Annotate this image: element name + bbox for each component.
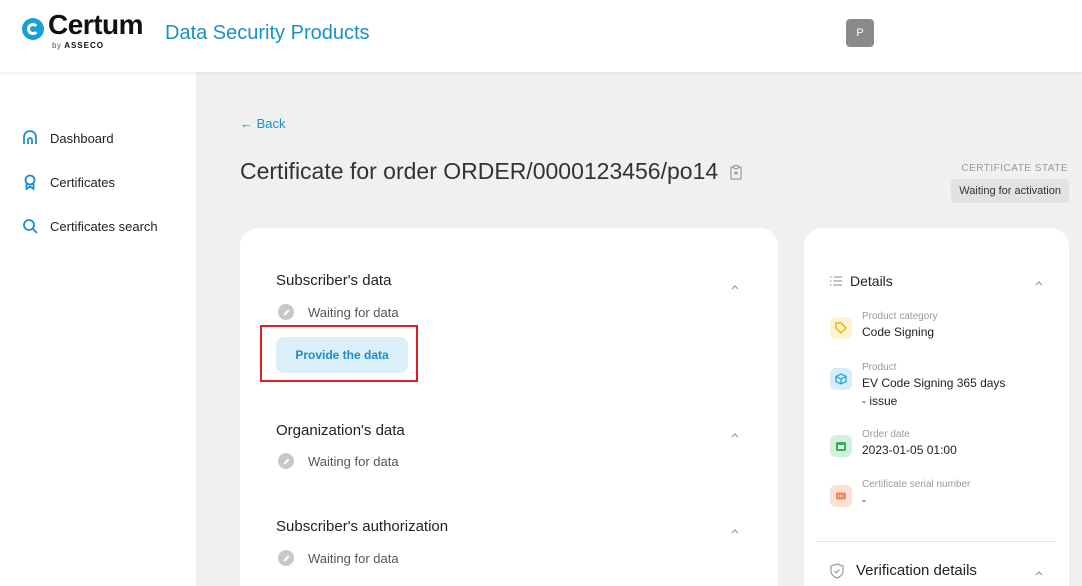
chevron-up-icon[interactable] [730, 526, 740, 536]
pencil-icon [278, 453, 294, 469]
certificate-steps-card: Subscriber's data Waiting for data Provi… [240, 228, 778, 586]
provide-the-data-button[interactable]: Provide the data [276, 337, 408, 373]
verification-details-header[interactable]: Verification details [830, 562, 977, 579]
detail-order-date: Order date 2023-01-05 01:00 [830, 428, 1012, 459]
certificate-state-label: CERTIFICATE STATE [961, 163, 1068, 174]
shield-check-icon [830, 562, 844, 579]
certum-logo[interactable]: Certum by ASSECO [22, 9, 144, 50]
status-text: Waiting for data [308, 304, 399, 320]
detail-value: 2023-01-05 01:00 [862, 443, 957, 457]
sidebar: Dashboard Certificates Certificates sear… [0, 72, 196, 586]
detail-label: Product [862, 362, 897, 373]
sidebar-item-certificates[interactable]: Certificates [22, 174, 115, 190]
brand-byline: by ASSECO [52, 41, 104, 50]
chevron-up-icon[interactable] [1034, 278, 1044, 288]
sidebar-item-label: Certificates [50, 174, 116, 190]
list-icon [830, 276, 842, 286]
user-avatar[interactable]: P [846, 19, 874, 47]
sidebar-item-dashboard[interactable]: Dashboard [22, 130, 114, 146]
sidebar-item-certificates-search[interactable]: Certificates search [22, 218, 158, 234]
chevron-up-icon[interactable] [730, 282, 740, 292]
certum-logo-icon [22, 18, 44, 40]
detail-product: Product EV Code Signing 365 days - issue [830, 361, 1012, 410]
chevron-up-icon[interactable] [730, 430, 740, 440]
detail-label: Order date [862, 429, 910, 440]
detail-value: Code Signing [862, 325, 935, 339]
sidebar-item-label: Certificates search [50, 218, 158, 234]
detail-label: Product category [862, 311, 938, 322]
sidebar-item-label: Dashboard [50, 130, 114, 146]
section-title-subscribers-authorization: Subscriber's authorization [276, 518, 449, 535]
details-title: Details [850, 273, 893, 289]
chevron-up-icon[interactable] [1034, 568, 1044, 578]
details-card: Details Product category Code Signing Pro… [804, 228, 1069, 586]
status-row: Waiting for data [278, 550, 399, 566]
status-text: Waiting for data [308, 550, 399, 566]
verification-details-title: Verification details [856, 562, 977, 579]
badge-icon [24, 174, 36, 190]
product-title: Data Security Products [165, 22, 370, 44]
status-text: Waiting for data [308, 453, 399, 469]
copy-icon[interactable] [728, 164, 744, 180]
pencil-icon [278, 304, 294, 320]
search-icon [23, 219, 38, 234]
section-title-organizations-data: Organization's data [276, 422, 405, 439]
serial-icon [830, 485, 852, 507]
tag-icon [830, 317, 852, 339]
detail-value: EV Code Signing 365 days - issue [862, 376, 1006, 408]
detail-label: Certificate serial number [862, 479, 971, 490]
status-row: Waiting for data [278, 453, 399, 469]
detail-product-category: Product category Code Signing [830, 310, 1012, 341]
pencil-icon [278, 550, 294, 566]
home-icon [23, 130, 37, 144]
calendar-icon [830, 435, 852, 457]
detail-value: - [862, 493, 866, 507]
certificate-state-badge: Waiting for activation [951, 179, 1069, 203]
detail-serial-number: Certificate serial number - [830, 478, 1012, 509]
section-title-subscribers-data: Subscriber's data [276, 272, 392, 289]
top-header: Certum by ASSECO Data Security Products … [0, 0, 1082, 72]
back-link[interactable]: ← Back [240, 116, 286, 131]
cube-icon [830, 368, 852, 390]
brand-name: Certum [48, 9, 144, 40]
page-title-text: Certificate for order ORDER/0000123456/p… [240, 158, 719, 184]
status-row: Waiting for data [278, 304, 399, 320]
details-header: Details [830, 273, 893, 289]
page-title: Certificate for order ORDER/0000123456/p… [240, 158, 744, 185]
divider [816, 541, 1056, 542]
